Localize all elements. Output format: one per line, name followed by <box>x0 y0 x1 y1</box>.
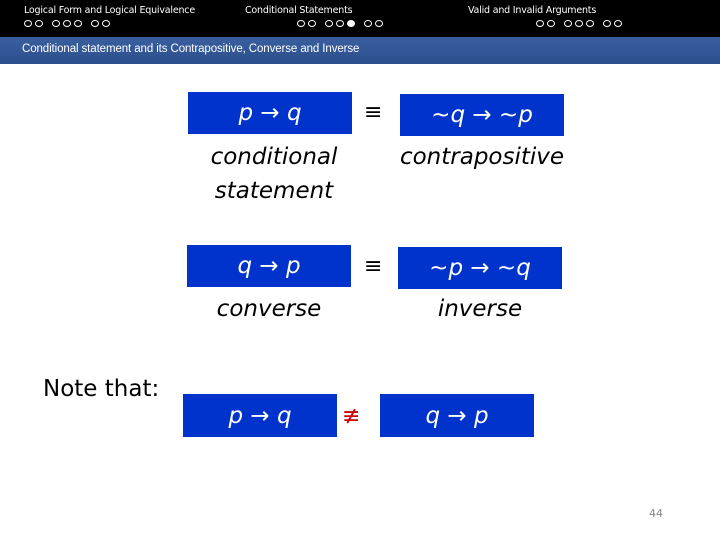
nav-dot[interactable] <box>336 20 344 27</box>
nav-dot[interactable] <box>547 20 555 27</box>
nav-section-title[interactable]: Valid and Invalid Arguments <box>468 5 631 16</box>
nav-dot[interactable] <box>575 20 583 27</box>
not-equivalent-symbol: ≢ <box>342 404 361 429</box>
equivalence-symbol: ≡ <box>364 100 383 125</box>
nav-dots <box>536 20 631 27</box>
nav-section-title[interactable]: Conditional Statements <box>245 5 392 16</box>
nav-dot-group <box>297 20 319 27</box>
navigation-header: Logical Form and Logical Equivalence Con… <box>0 0 720 37</box>
nav-dot[interactable] <box>35 20 43 27</box>
equivalence-symbol: ≡ <box>364 254 383 279</box>
nav-dot-group <box>364 20 386 27</box>
nav-dots <box>24 20 195 27</box>
page-number: 44 <box>649 507 663 520</box>
nav-dot[interactable] <box>325 20 333 27</box>
nav-dot[interactable] <box>91 20 99 27</box>
nav-dot[interactable] <box>74 20 82 27</box>
nav-dot[interactable] <box>586 20 594 27</box>
nav-dot[interactable] <box>297 20 305 27</box>
nav-dot-current[interactable] <box>347 20 355 27</box>
slide-title-bar: Conditional statement and its Contraposi… <box>0 37 720 64</box>
nav-dots <box>297 20 392 27</box>
nav-dot[interactable] <box>52 20 60 27</box>
nav-dot[interactable] <box>364 20 372 27</box>
nav-dot-group <box>24 20 46 27</box>
note-conditional-box: p → q <box>183 394 337 437</box>
conditional-statement-label: conditional statement <box>210 144 338 204</box>
contrapositive-label: contrapositive <box>399 144 565 170</box>
nav-dot-group <box>536 20 558 27</box>
nav-dot[interactable] <box>24 20 32 27</box>
converse-label: converse <box>216 296 322 322</box>
nav-dot[interactable] <box>375 20 383 27</box>
nav-dot-group <box>325 20 358 27</box>
nav-section-title[interactable]: Logical Form and Logical Equivalence <box>24 5 195 16</box>
nav-dot[interactable] <box>603 20 611 27</box>
conditional-box: p → q <box>188 92 352 134</box>
nav-dot-group <box>52 20 85 27</box>
nav-dot[interactable] <box>308 20 316 27</box>
nav-dot[interactable] <box>63 20 71 27</box>
nav-dot[interactable] <box>564 20 572 27</box>
nav-dot[interactable] <box>102 20 110 27</box>
nav-dot-group <box>603 20 625 27</box>
note-label: Note that: <box>43 376 160 402</box>
inverse-box: ~p → ~q <box>398 247 562 289</box>
contrapositive-box: ~q → ~p <box>400 94 564 136</box>
slide-title: Conditional statement and its Contraposi… <box>22 43 360 55</box>
nav-dot-group <box>564 20 597 27</box>
note-converse-box: q → p <box>380 394 534 437</box>
nav-section-valid-invalid-arguments[interactable]: Valid and Invalid Arguments <box>468 5 631 27</box>
converse-box: q → p <box>187 245 351 287</box>
nav-dot-group <box>91 20 113 27</box>
nav-section-logical-form[interactable]: Logical Form and Logical Equivalence <box>24 5 195 27</box>
inverse-label: inverse <box>437 296 523 322</box>
nav-dot[interactable] <box>536 20 544 27</box>
nav-dot[interactable] <box>614 20 622 27</box>
nav-section-conditional-statements[interactable]: Conditional Statements <box>245 5 392 27</box>
